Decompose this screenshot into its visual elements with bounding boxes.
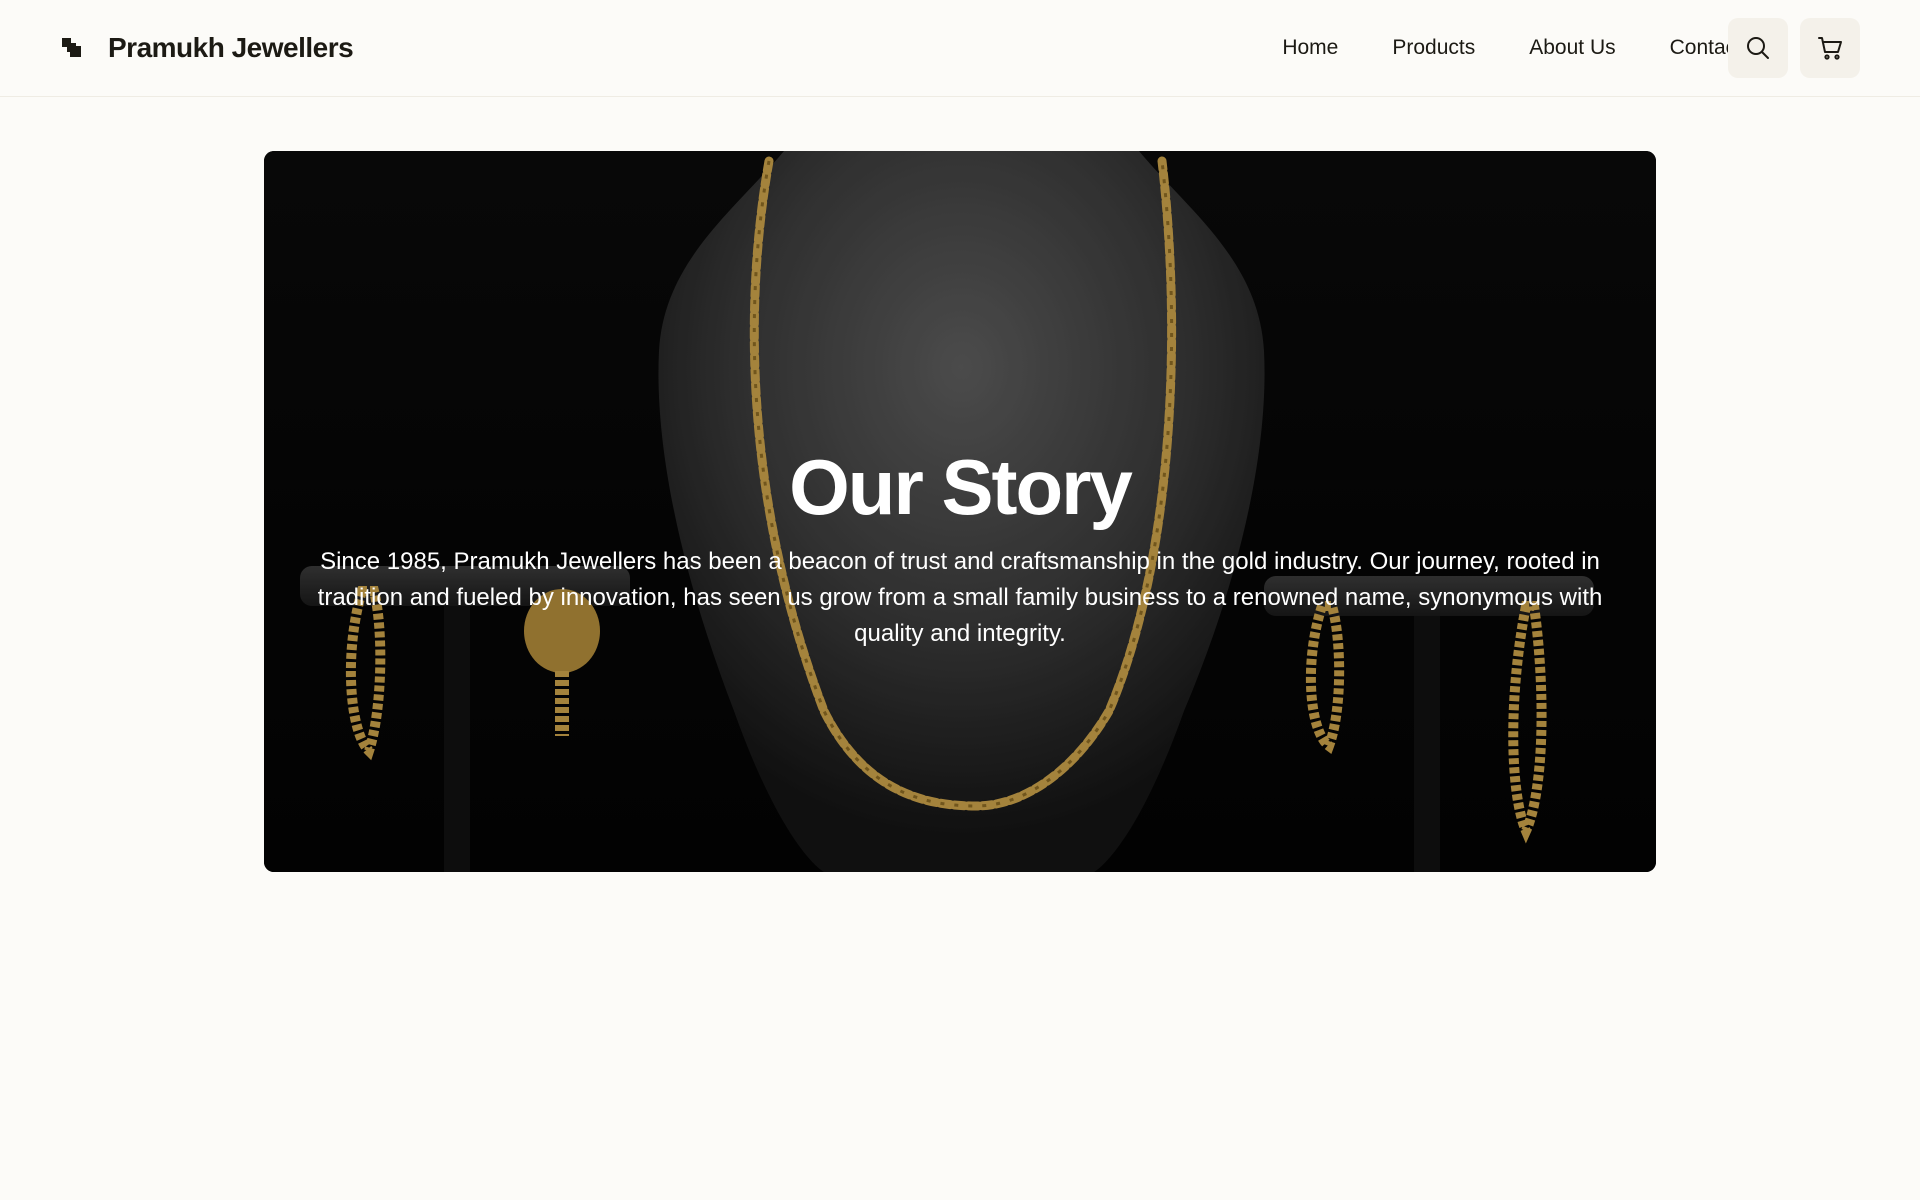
search-icon: [1747, 37, 1769, 59]
cart-button[interactable]: [1800, 18, 1860, 78]
hero-banner: Our Story Since 1985, Pramukh Jewellers …: [264, 151, 1656, 872]
cart-icon: [1818, 37, 1842, 60]
brand[interactable]: Pramukh Jewellers: [62, 0, 354, 96]
hero-content: Our Story Since 1985, Pramukh Jewellers …: [264, 151, 1656, 872]
site-header: Pramukh Jewellers Home Products About Us…: [0, 0, 1920, 97]
brand-mark-icon: [62, 38, 81, 57]
main-nav: Home Products About Us Contact: [1282, 0, 1742, 96]
nav-about-link[interactable]: About Us: [1529, 36, 1615, 60]
brand-name: Pramukh Jewellers: [108, 32, 354, 63]
nav-home-link[interactable]: Home: [1282, 36, 1338, 60]
nav-products-link[interactable]: Products: [1392, 36, 1475, 60]
hero-description: Since 1985, Pramukh Jewellers has been a…: [317, 548, 1603, 648]
hero-title: Our Story: [789, 442, 1133, 531]
search-button[interactable]: [1728, 18, 1788, 78]
